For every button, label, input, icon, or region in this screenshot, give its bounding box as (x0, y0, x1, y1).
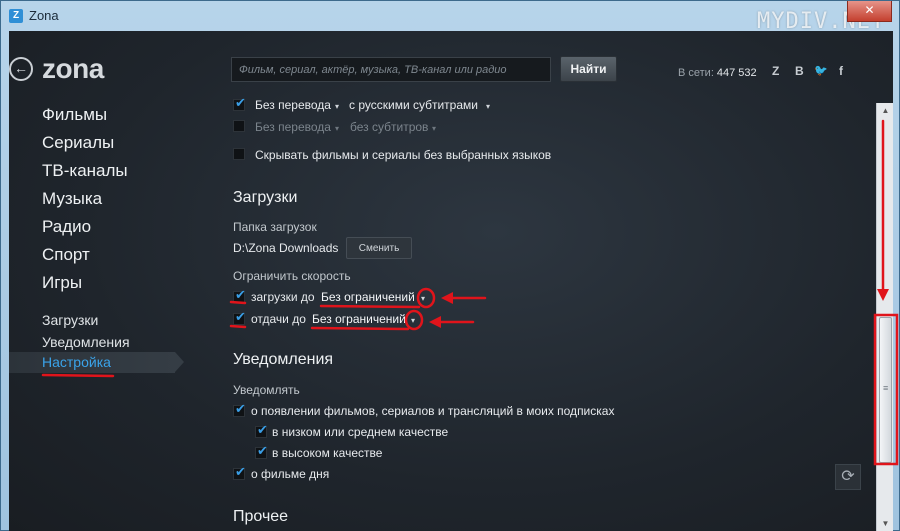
check-icon: ✔ (257, 422, 268, 437)
refresh-icon[interactable]: ⟳ (835, 464, 861, 490)
nav-item-downloads[interactable]: Загрузки (42, 312, 98, 328)
nav-item-radio[interactable]: Радио (42, 217, 91, 237)
upload-limit-dropdown[interactable]: Без ограничений (312, 312, 406, 326)
scroll-up-icon[interactable]: ▲ (877, 103, 893, 119)
settings-scrollbar[interactable]: ▲ ≡ ▼ (876, 103, 893, 531)
facebook-icon[interactable]: f (839, 64, 843, 78)
lang-row2-subtitles[interactable]: без субтитров (350, 120, 428, 134)
notify-low-quality-checkbox[interactable]: ✔ (255, 422, 268, 438)
nav-item-games[interactable]: Игры (42, 273, 82, 293)
chevron-down-icon[interactable]: ▾ (335, 124, 339, 133)
notify-high-quality-label[interactable]: в высоком качестве (272, 446, 382, 460)
section-title-downloads: Загрузки (233, 189, 298, 206)
title-bar[interactable]: Z Zona MYDIV.NET ✕ (1, 1, 899, 34)
download-limit-dropdown[interactable]: Без ограничений (321, 290, 415, 304)
twitter-icon[interactable]: 🐦 (814, 64, 828, 77)
nav-item-tv[interactable]: ТВ-каналы (42, 161, 128, 181)
zona-icon[interactable]: Z (772, 64, 779, 78)
section-title-other: Прочее (233, 508, 289, 525)
download-limit-checkbox[interactable]: ✔ (233, 287, 246, 303)
nav-item-music[interactable]: Музыка (42, 189, 102, 209)
app-window: Z Zona MYDIV.NET ✕ ← zona Найти В сети:4… (0, 0, 900, 531)
online-counter: В сети: 447 532 (678, 67, 757, 79)
back-arrow-icon[interactable]: ← (9, 57, 33, 81)
grip-icon: ≡ (883, 383, 889, 393)
nav-item-settings[interactable]: Настройка (42, 354, 111, 370)
scroll-down-icon[interactable]: ▼ (877, 516, 893, 531)
chevron-down-icon[interactable]: ▾ (411, 316, 415, 325)
notify-low-quality-label[interactable]: в низком или среднем качестве (272, 425, 448, 439)
nav-item-notifications[interactable]: Уведомления (42, 334, 130, 350)
lang-row1-subtitles[interactable]: с русскими субтитрами (349, 98, 478, 112)
close-window-button[interactable]: ✕ (847, 1, 892, 22)
upload-limit-checkbox[interactable]: ✔ (233, 309, 246, 325)
download-limit-label: загрузки до (251, 290, 315, 304)
notify-new-items-checkbox[interactable]: ✔ (233, 401, 246, 417)
nav-item-sport[interactable]: Спорт (42, 245, 90, 265)
lang-row2-checkbox[interactable] (233, 120, 245, 132)
nav-item-series[interactable]: Сериалы (42, 133, 114, 153)
hide-without-language-checkbox[interactable] (233, 148, 245, 160)
notify-film-of-day-label[interactable]: о фильме дня (251, 467, 329, 481)
nav-item-films[interactable]: Фильмы (42, 105, 107, 125)
app-content: ← zona Найти В сети:447 532 Z B 🐦 f Филь… (9, 31, 893, 531)
nav-active-pointer (175, 352, 184, 372)
download-folder-path: D:\Zona Downloads (233, 241, 339, 255)
app-icon: Z (9, 9, 23, 23)
lang-row1-translation[interactable]: Без перевода (255, 98, 331, 112)
section-title-notifications: Уведомления (233, 351, 334, 368)
check-icon: ✔ (235, 309, 246, 324)
check-icon: ✔ (235, 95, 246, 110)
notify-high-quality-checkbox[interactable]: ✔ (255, 443, 268, 459)
check-icon: ✔ (235, 464, 246, 479)
change-folder-button[interactable]: Сменить (346, 237, 412, 259)
download-folder-label: Папка загрузок (233, 220, 317, 234)
search-button[interactable]: Найти (560, 56, 617, 82)
vk-icon[interactable]: B (795, 64, 804, 78)
chevron-down-icon[interactable]: ▾ (335, 102, 339, 111)
app-logo[interactable]: zona (42, 53, 104, 85)
lang-row1-checkbox[interactable]: ✔ (233, 95, 246, 111)
lang-row2-translation[interactable]: Без перевода (255, 120, 331, 134)
chevron-down-icon[interactable]: ▾ (432, 124, 436, 133)
scrollbar-thumb[interactable]: ≡ (879, 317, 892, 463)
speed-limit-label: Ограничить скорость (233, 269, 351, 283)
online-count: 447 532 (716, 67, 757, 79)
upload-limit-label: отдачи до (251, 312, 306, 326)
check-icon: ✔ (235, 287, 246, 302)
online-label: В сети: (678, 67, 714, 79)
chevron-down-icon[interactable]: ▾ (421, 294, 425, 303)
chevron-down-icon[interactable]: ▾ (486, 102, 490, 111)
hide-without-language-label[interactable]: Скрывать фильмы и сериалы без выбранных … (255, 148, 551, 162)
notify-label: Уведомлять (233, 383, 300, 397)
search-input[interactable] (231, 57, 551, 82)
window-title: Zona (29, 8, 59, 23)
check-icon: ✔ (235, 401, 246, 416)
check-icon: ✔ (257, 443, 268, 458)
notify-film-of-day-checkbox[interactable]: ✔ (233, 464, 246, 480)
notify-new-items-label[interactable]: о появлении фильмов, сериалов и трансляц… (251, 404, 614, 418)
